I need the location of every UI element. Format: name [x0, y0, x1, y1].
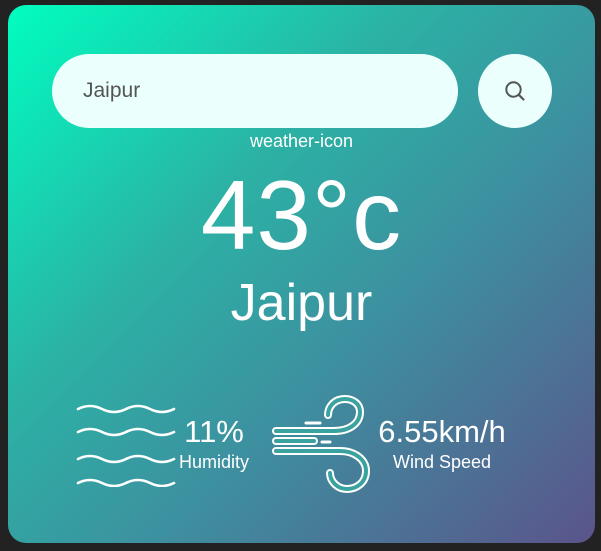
city-name: Jaipur	[230, 274, 373, 332]
wind-speed-label: Wind Speed	[392, 452, 492, 472]
wind-speed-value: 6.55km/h	[378, 414, 506, 449]
weather-icon: weather-icon	[249, 131, 354, 151]
humidity-label: Humidity	[178, 452, 249, 472]
search-button[interactable]	[478, 54, 552, 128]
weather-details: 11% Humidity 6.55km/h Wind Speed	[8, 395, 595, 495]
search-bar	[52, 54, 552, 128]
humidity-value: 11%	[184, 414, 244, 449]
wind-icon	[270, 395, 372, 493]
city-search-input[interactable]	[52, 54, 458, 128]
weather-card: weather-icon 43°c Jaipur 11% Humidity	[8, 5, 595, 543]
humidity-waves-icon	[76, 399, 178, 488]
search-icon	[504, 80, 526, 102]
temperature: 43°c	[200, 160, 403, 270]
